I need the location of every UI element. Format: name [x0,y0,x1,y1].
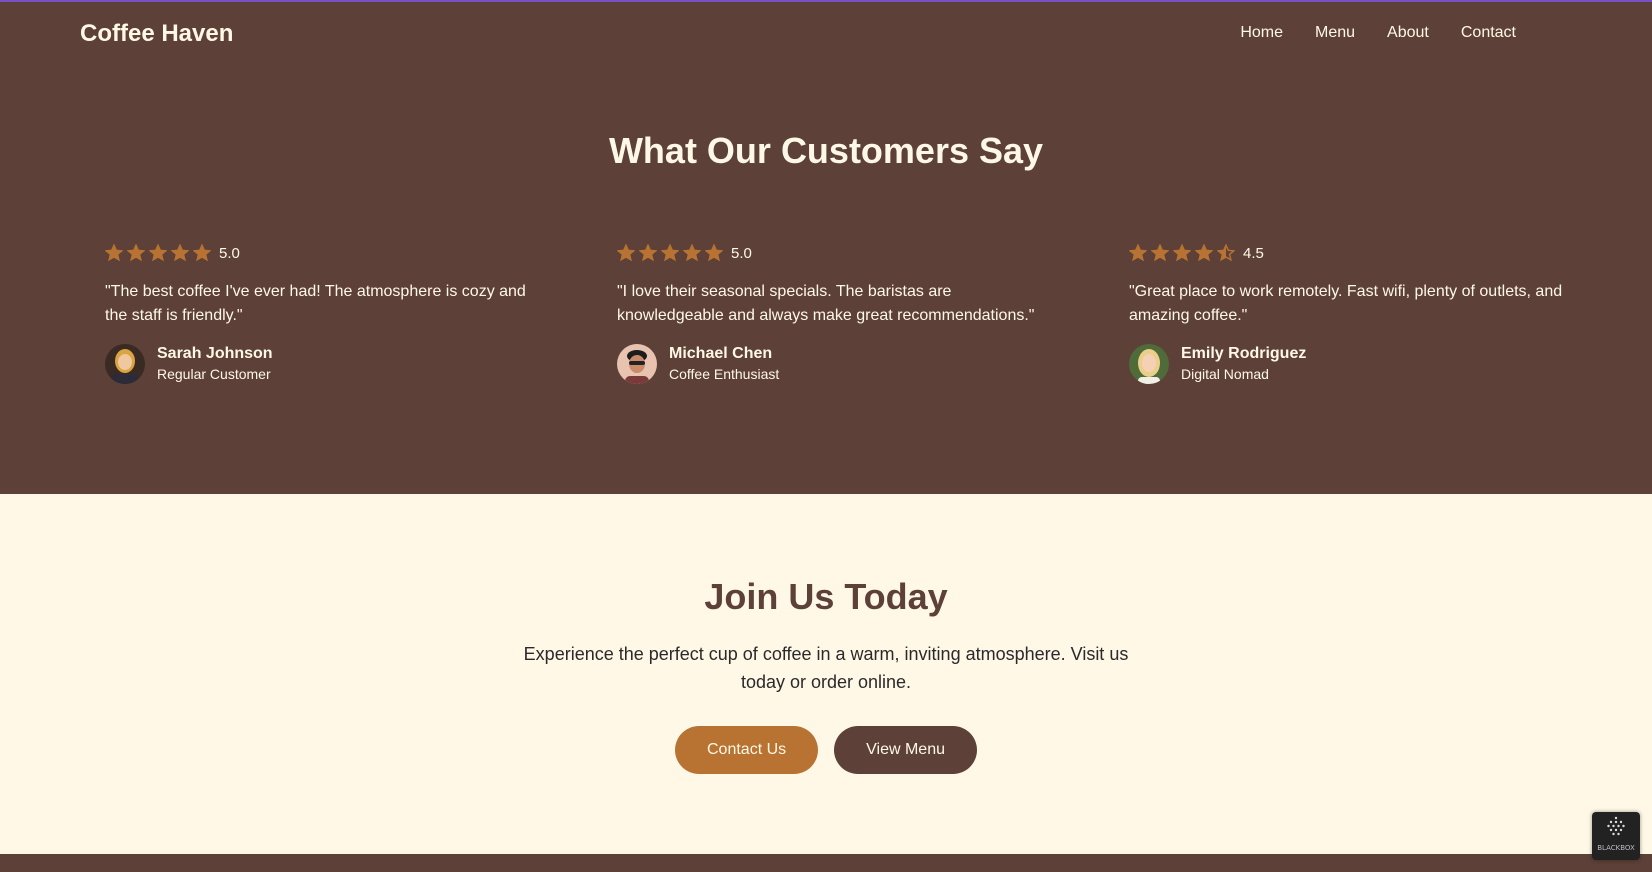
star-icon [661,244,679,262]
testimonials-section: What Our Customers Say 5.0 "The best cof… [0,70,1652,494]
view-menu-button[interactable]: View Menu [834,726,977,774]
rating-row: 4.5 [1129,242,1569,264]
testimonial-quote: "Great place to work remotely. Fast wifi… [1129,283,1563,324]
star-rating [105,244,211,262]
cta-description: Experience the perfect cup of coffee in … [523,644,1129,692]
nav-menu[interactable]: Menu [1315,24,1355,42]
contact-us-button[interactable]: Contact Us [675,726,819,774]
star-icon [1129,244,1147,262]
blackbox-logo-icon [1607,816,1625,836]
site-header: Coffee Haven Home Menu About Contact [0,2,1652,70]
brand-logo[interactable]: Coffee Haven [80,20,233,48]
rating-row: 5.0 [617,242,1057,264]
star-rating [1129,244,1235,262]
star-half-icon [1217,244,1235,262]
star-rating [617,244,723,262]
rating-row: 5.0 [105,242,545,264]
star-icon [705,244,723,262]
author-role: Regular Customer [157,366,271,382]
testimonials-title: What Our Customers Say [608,130,1044,171]
star-icon [1173,244,1191,262]
blackbox-badge[interactable]: BLACKBOX [1592,812,1640,860]
star-icon [617,244,635,262]
avatar [617,344,657,384]
testimonial-author: Sarah Johnson Regular Customer [105,344,545,384]
star-icon [171,244,189,262]
star-icon [1151,244,1169,262]
cta-buttons: Contact Us View Menu [0,726,1652,774]
badge-label: BLACKBOX [1597,844,1635,852]
star-icon [193,244,211,262]
star-icon [1195,244,1213,262]
rating-value: 5.0 [219,244,240,262]
main-nav: Home Menu About Contact [1240,24,1516,42]
avatar [105,344,145,384]
rating-value: 4.5 [1243,244,1264,262]
nav-home[interactable]: Home [1240,24,1283,42]
star-icon [149,244,167,262]
rating-value: 5.0 [731,244,752,262]
testimonial-card: 5.0 "I love their seasonal specials. The… [617,242,1057,384]
nav-contact[interactable]: Contact [1461,24,1516,42]
author-role: Digital Nomad [1181,366,1269,382]
avatar [1129,344,1169,384]
testimonial-card: 4.5 "Great place to work remotely. Fast … [1129,242,1569,384]
star-icon [683,244,701,262]
testimonial-quote: "I love their seasonal specials. The bar… [617,283,1035,324]
testimonial-quote: "The best coffee I've ever had! The atmo… [105,283,526,324]
author-name: Emily Rodriguez [1181,345,1307,362]
testimonial-author: Michael Chen Coffee Enthusiast [617,344,1057,384]
star-icon [105,244,123,262]
star-icon [639,244,657,262]
author-name: Sarah Johnson [157,345,273,362]
author-name: Michael Chen [669,345,773,362]
cta-section: Join Us Today Experience the perfect cup… [0,494,1652,854]
cta-title: Join Us Today [704,576,948,617]
testimonial-author: Emily Rodriguez Digital Nomad [1129,344,1569,384]
testimonial-card: 5.0 "The best coffee I've ever had! The … [105,242,545,384]
nav-about[interactable]: About [1387,24,1429,42]
star-icon [127,244,145,262]
footer-edge [0,854,1652,872]
author-role: Coffee Enthusiast [669,366,780,382]
